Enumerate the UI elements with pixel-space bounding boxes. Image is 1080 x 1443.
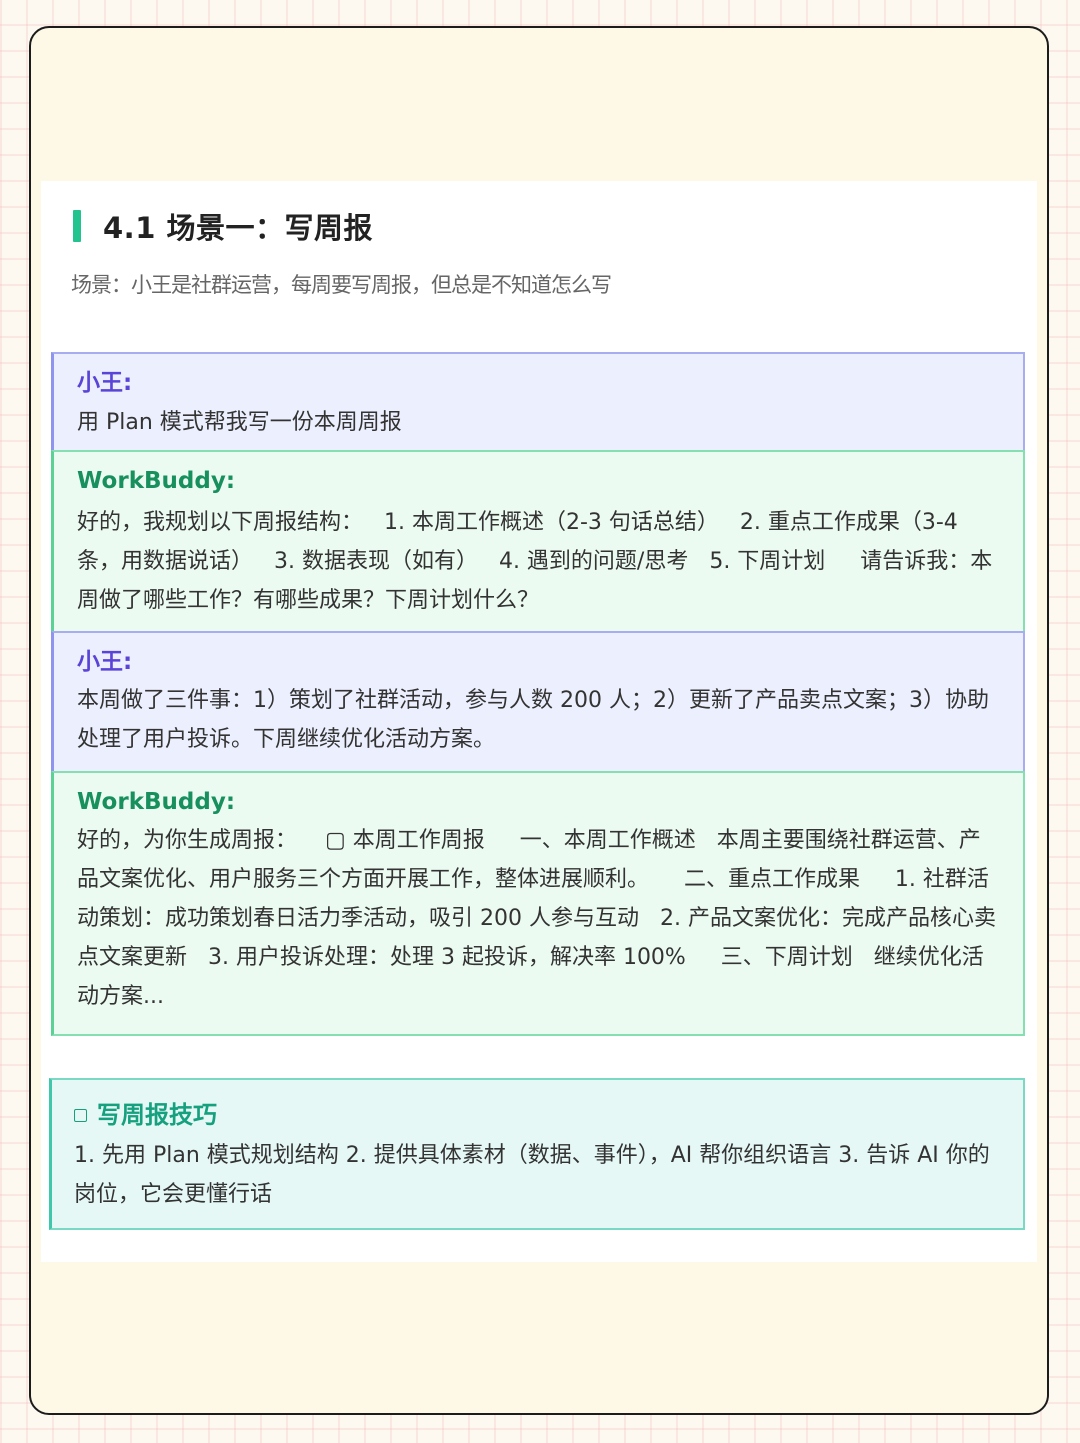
section-subtitle: 场景：小王是社群运营，每周要写周报，但总是不知道怎么写 — [71, 273, 612, 297]
content-card: 4.1 场景一：写周报 场景：小王是社群运营，每周要写周报，但总是不知道怎么写 … — [29, 26, 1049, 1415]
chat-message-bot: WorkBuddy: 好的，为你生成周报： ▢ 本周工作周报 一、本周工作概述 … — [51, 771, 1025, 1036]
tips-box: 写周报技巧 1. 先用 Plan 模式规划结构 2. 提供具体素材（数据、事件）… — [49, 1078, 1025, 1230]
tips-text: 1. 先用 Plan 模式规划结构 2. 提供具体素材（数据、事件），AI 帮你… — [74, 1143, 990, 1207]
message-text: 本周做了三件事：1）策划了社群活动，参与人数 200 人；2）更新了产品卖点文案… — [77, 688, 989, 752]
speaker-label: 小王: — [77, 649, 133, 675]
heading-accent-bar — [73, 210, 81, 242]
chat-message-user: 小王: 用 Plan 模式帮我写一份本周周报 — [51, 352, 1025, 452]
section-heading: 4.1 场景一：写周报 — [73, 209, 373, 245]
message-text: 好的，为你生成周报： ▢ 本周工作周报 一、本周工作概述 本周主要围绕社群运营、… — [77, 821, 1001, 1016]
message-text: 用 Plan 模式帮我写一份本周周报 — [77, 410, 402, 435]
message-text: 好的，我规划以下周报结构： 1. 本周工作概述（2-3 句话总结） 2. 重点工… — [77, 503, 1001, 620]
section-title: 4.1 场景一：写周报 — [103, 211, 373, 245]
chat-message-bot: WorkBuddy: 好的，我规划以下周报结构： 1. 本周工作概述（2-3 句… — [51, 450, 1025, 633]
speaker-label: WorkBuddy: — [77, 468, 236, 494]
message-text-content: 好的，为你生成周报： ▢ 本周工作周报 一、本周工作概述 本周主要围绕社群运营、… — [77, 828, 996, 1009]
document-sheet: 4.1 场景一：写周报 场景：小王是社群运营，每周要写周报，但总是不知道怎么写 … — [41, 181, 1037, 1262]
tips-title: 写周报技巧 — [97, 1101, 217, 1129]
message-text-content: 好的，我规划以下周报结构： 1. 本周工作概述（2-3 句话总结） 2. 重点工… — [77, 510, 993, 613]
speaker-label: 小王: — [77, 370, 133, 396]
tips-heading: 写周报技巧 — [74, 1098, 1001, 1132]
speaker-label: WorkBuddy: — [77, 789, 236, 815]
chat-message-user: 小王: 本周做了三件事：1）策划了社群活动，参与人数 200 人；2）更新了产品… — [51, 631, 1025, 773]
square-icon — [74, 1108, 87, 1122]
